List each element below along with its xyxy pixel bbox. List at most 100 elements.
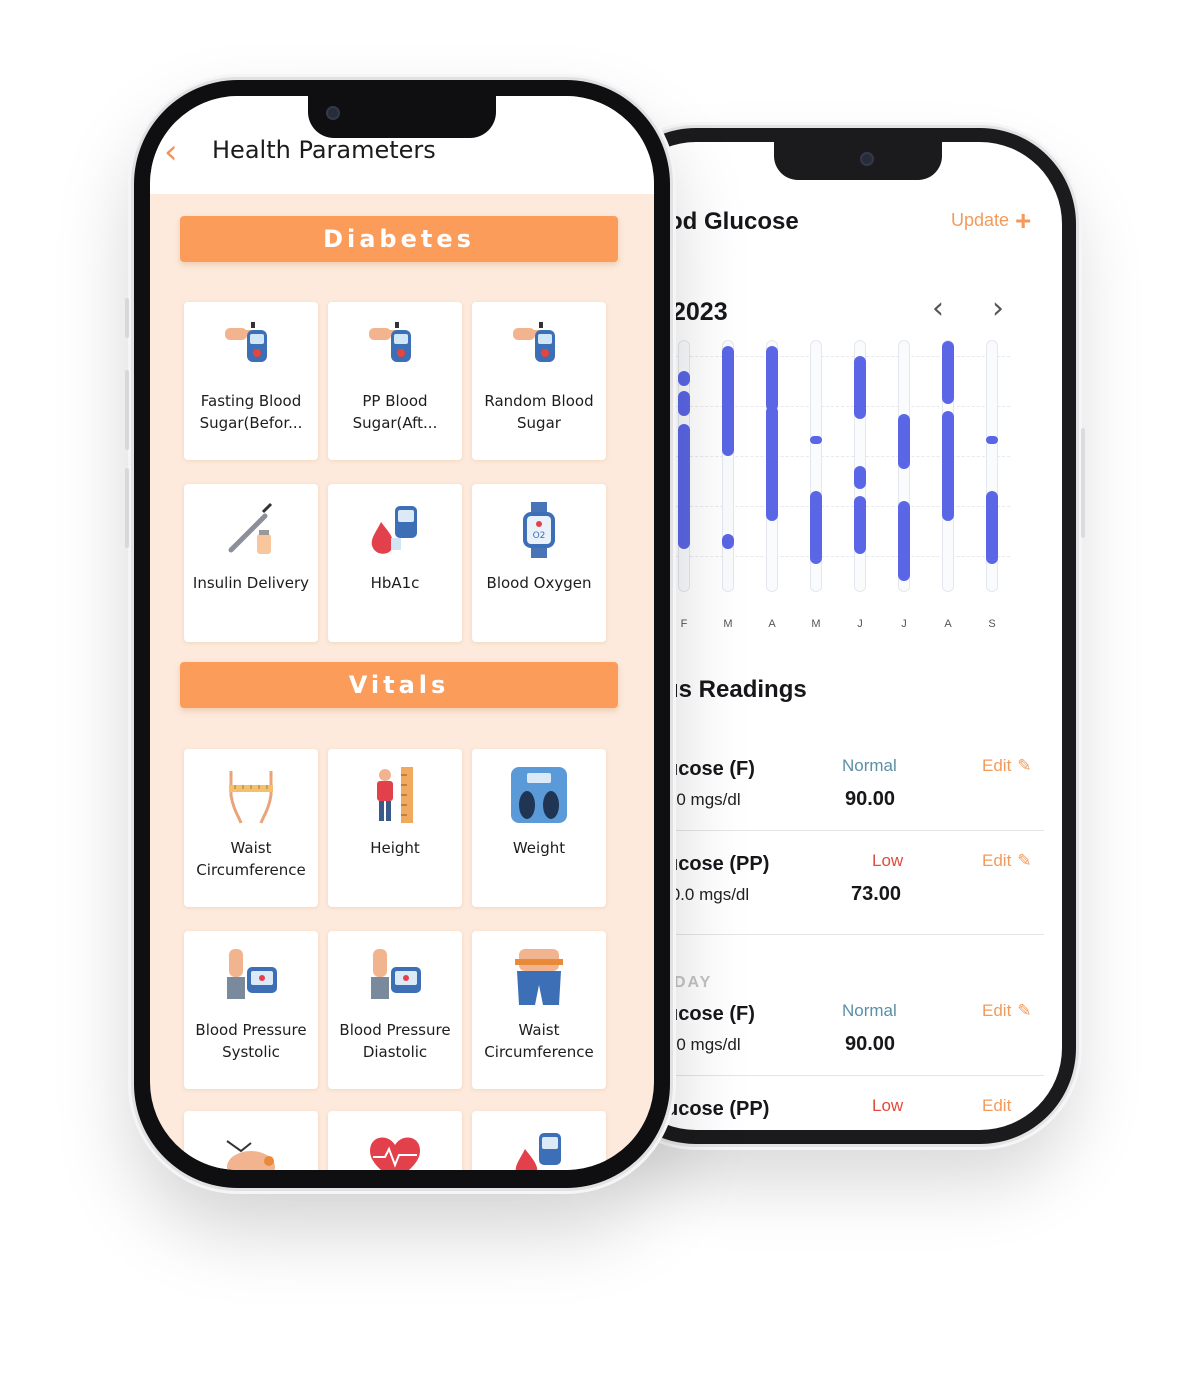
card-label-line: Blood Oxygen <box>486 574 592 592</box>
edit-button[interactable]: Edit ✎ <box>982 1001 1032 1021</box>
month-tick-label: A <box>768 618 776 630</box>
grid-line <box>670 556 1010 557</box>
param-card-partial[interactable] <box>472 1111 606 1170</box>
card-label-line: Diastolic <box>362 1043 428 1061</box>
update-button[interactable]: Update + <box>951 206 1031 234</box>
param-card-random-blood-sugar[interactable]: Random Blood Sugar <box>472 302 606 460</box>
next-year-icon[interactable]: › <box>992 292 1004 326</box>
card-label: Insulin Delivery <box>184 572 318 594</box>
chart-range-bar[interactable] <box>854 466 866 489</box>
day-label: DAY <box>674 974 713 991</box>
edit-button[interactable]: Edit ✎ <box>982 851 1032 871</box>
chart-range-bar[interactable] <box>810 491 822 564</box>
chart-range-bar[interactable] <box>678 423 690 549</box>
glucose-phone: od Glucose Update + 2023 ‹ › F M A M J J A S us… <box>600 128 1085 1144</box>
card-label-line: PP Blood <box>362 392 428 410</box>
chart-range-bar[interactable] <box>854 356 866 419</box>
blood-drop-meter-icon <box>515 1133 561 1170</box>
card-label-line: Circumference <box>484 1043 594 1061</box>
param-card-weight[interactable]: Weight <box>472 749 606 907</box>
section-header-diabetes: Diabetes <box>180 216 618 262</box>
chart-range-bar[interactable] <box>898 501 910 581</box>
chart-range-bar[interactable] <box>898 413 910 469</box>
card-label-line: Height <box>370 839 420 857</box>
chart-range-bar[interactable] <box>942 341 954 404</box>
card-label: Waist Circumference <box>472 1019 606 1063</box>
year-label: 2023 <box>672 298 728 326</box>
card-label-line: Blood Pressure <box>339 1021 451 1039</box>
chart-range-bar[interactable] <box>722 533 734 549</box>
chart-range-bar[interactable] <box>986 491 998 564</box>
chart-range-bar[interactable] <box>722 346 734 456</box>
param-card-waist-circumference-2[interactable]: Waist Circumference <box>472 931 606 1089</box>
card-label-line: Blood Pressure <box>195 1021 307 1039</box>
chart-range-bar[interactable] <box>854 496 866 554</box>
pencil-icon: ✎ <box>1017 851 1032 870</box>
prev-year-icon[interactable]: ‹ <box>932 292 944 326</box>
chart-range-bar[interactable] <box>678 391 690 416</box>
param-card-bp-systolic[interactable]: Blood Pressure Systolic <box>184 931 318 1089</box>
param-card-fasting-blood-sugar[interactable]: Fasting Blood Sugar(Befor... <box>184 302 318 460</box>
reading-name: ucose (PP) <box>666 853 770 875</box>
param-card-insulin-delivery[interactable]: Insulin Delivery <box>184 484 318 642</box>
volume-up-button <box>125 370 129 450</box>
chart-range-bar[interactable] <box>766 346 778 411</box>
page-title: od Glucose <box>668 208 799 235</box>
chart-track <box>986 340 998 592</box>
chart-range-bar[interactable] <box>810 436 822 444</box>
reading-status: Low <box>872 1096 904 1115</box>
chart-range-bar[interactable] <box>986 436 998 444</box>
divider <box>662 1075 1044 1076</box>
param-card-pp-blood-sugar[interactable]: PP Blood Sugar(Aft... <box>328 302 462 460</box>
back-chevron-icon[interactable]: ‹ <box>164 132 178 172</box>
reading-range: ).0 mgs/dl <box>666 1035 741 1054</box>
edit-label: Edit <box>982 1001 1012 1020</box>
reading-name: ucose (F) <box>666 1003 755 1025</box>
param-card-height[interactable]: Height <box>328 749 462 907</box>
param-card-waist-circumference[interactable]: Waist Circumference <box>184 749 318 907</box>
blood-drop-meter-icon <box>371 506 417 554</box>
bp-monitor-icon <box>371 949 421 999</box>
card-label-line: HbA1c <box>370 574 420 592</box>
card-label-line: Fasting Blood <box>200 392 302 410</box>
grid-line <box>670 406 1010 407</box>
reading-range: ;0.0 mgs/dl <box>666 885 750 904</box>
chart-range-bar[interactable] <box>942 411 954 521</box>
reading-row: ucose (F) ).0 mgs/dl Normal 90.00 Edit ✎ <box>662 1001 1042 1099</box>
edit-label: Edit <box>982 851 1012 870</box>
card-label: Waist Circumference <box>184 837 318 881</box>
edit-button[interactable]: Edit ✎ <box>982 756 1032 776</box>
param-card-bp-diastolic[interactable]: Blood Pressure Diastolic <box>328 931 462 1089</box>
param-card-partial[interactable] <box>328 1111 462 1170</box>
card-label: Height <box>328 837 462 859</box>
card-label: Fasting Blood Sugar(Befor... <box>184 390 318 434</box>
card-label-line: Waist <box>230 839 272 857</box>
divider <box>662 830 1044 831</box>
edit-button[interactable]: Edit <box>982 1096 1011 1116</box>
edit-label: Edit <box>982 1096 1012 1115</box>
camera-icon <box>326 106 340 120</box>
card-label-line: Circumference <box>196 861 306 879</box>
svg-text:O2: O2 <box>533 531 546 541</box>
height-ruler-icon <box>377 767 413 823</box>
pencil-icon: ✎ <box>1017 1001 1032 1020</box>
card-label-line: Sugar(Befor... <box>199 414 303 432</box>
param-card-hba1c[interactable]: HbA1c <box>328 484 462 642</box>
grid-line <box>670 456 1010 457</box>
health-params-phone: ‹ Health Parameters Diabetes Fasting Blo… <box>125 80 670 1188</box>
month-tick-label: J <box>857 618 863 630</box>
glucometer-hand-icon <box>513 322 555 362</box>
chart-range-bar[interactable] <box>766 406 778 521</box>
notch <box>308 96 496 138</box>
param-card-partial[interactable] <box>184 1111 318 1170</box>
glucometer-hand-icon <box>369 322 411 362</box>
health-params-screen: ‹ Health Parameters Diabetes Fasting Blo… <box>150 96 654 1170</box>
card-label: Weight <box>472 837 606 859</box>
chart-range-bar[interactable] <box>678 371 690 386</box>
glucose-screen: od Glucose Update + 2023 ‹ › F M A M J J A S us… <box>614 142 1062 1130</box>
chart-track <box>898 340 910 592</box>
card-label-line: Sugar <box>517 414 561 432</box>
card-label: HbA1c <box>328 572 462 594</box>
param-card-blood-oxygen[interactable]: O2 Blood Oxygen <box>472 484 606 642</box>
mute-switch <box>125 298 129 338</box>
